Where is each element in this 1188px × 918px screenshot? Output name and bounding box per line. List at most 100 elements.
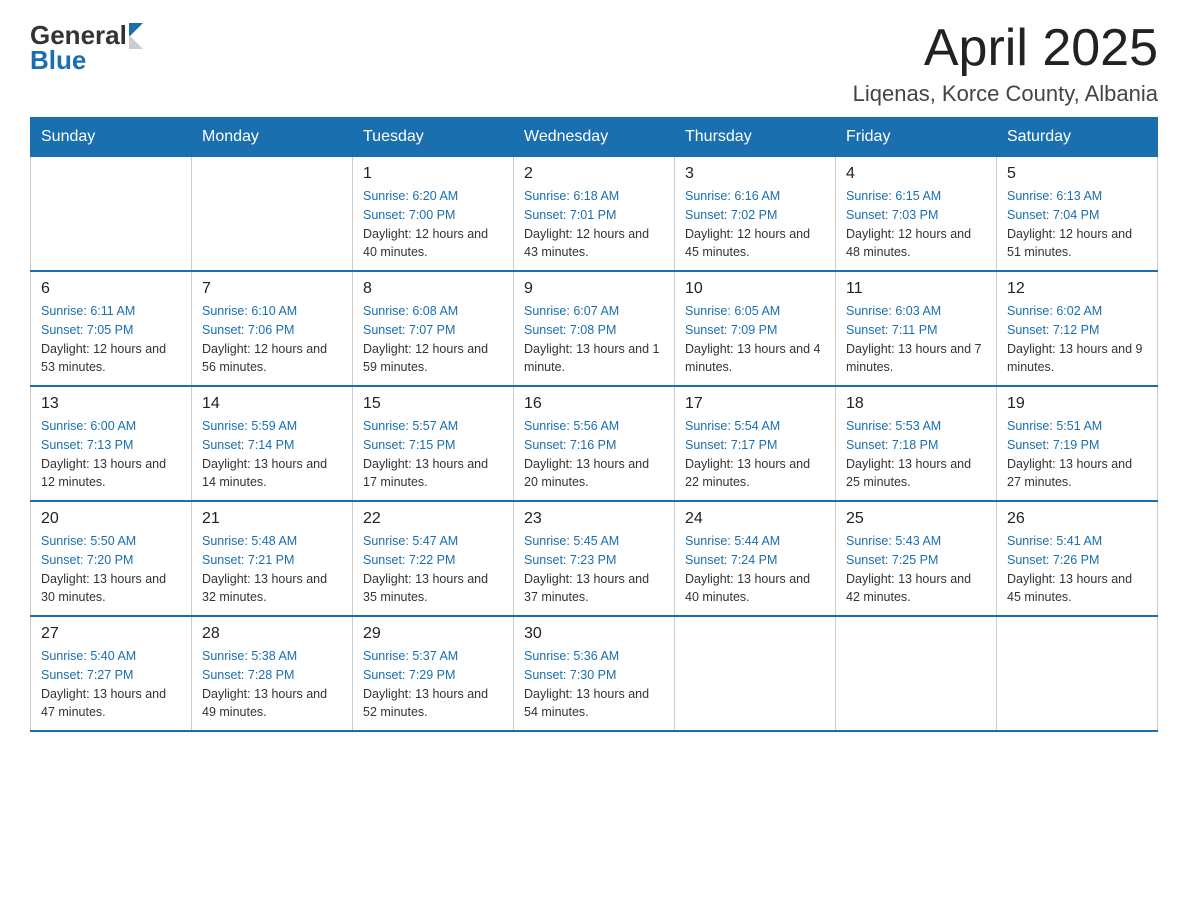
- daylight-text: Daylight: 13 hours and 37 minutes.: [524, 572, 649, 605]
- calendar-day-cell: 23 Sunrise: 5:45 AM Sunset: 7:23 PM Dayl…: [514, 501, 675, 616]
- daylight-text: Daylight: 12 hours and 40 minutes.: [363, 227, 488, 260]
- sunrise-text: Sunrise: 6:07 AM: [524, 304, 619, 318]
- sunset-text: Sunset: 7:07 PM: [363, 323, 455, 337]
- calendar-day-cell: 27 Sunrise: 5:40 AM Sunset: 7:27 PM Dayl…: [31, 616, 192, 731]
- sunset-text: Sunset: 7:02 PM: [685, 208, 777, 222]
- sunrise-text: Sunrise: 5:50 AM: [41, 534, 136, 548]
- month-title: April 2025: [853, 20, 1158, 77]
- sunrise-text: Sunrise: 6:18 AM: [524, 189, 619, 203]
- sunrise-text: Sunrise: 5:45 AM: [524, 534, 619, 548]
- day-number: 5: [1007, 165, 1147, 183]
- sunrise-text: Sunrise: 6:16 AM: [685, 189, 780, 203]
- day-info: Sunrise: 6:05 AM Sunset: 7:09 PM Dayligh…: [685, 302, 825, 377]
- sunset-text: Sunset: 7:27 PM: [41, 668, 133, 682]
- sunrise-text: Sunrise: 5:54 AM: [685, 419, 780, 433]
- calendar-day-cell: 22 Sunrise: 5:47 AM Sunset: 7:22 PM Dayl…: [353, 501, 514, 616]
- day-number: 13: [41, 395, 181, 413]
- day-info: Sunrise: 5:56 AM Sunset: 7:16 PM Dayligh…: [524, 417, 664, 492]
- calendar-day-cell: 13 Sunrise: 6:00 AM Sunset: 7:13 PM Dayl…: [31, 386, 192, 501]
- day-info: Sunrise: 5:45 AM Sunset: 7:23 PM Dayligh…: [524, 532, 664, 607]
- day-info: Sunrise: 6:18 AM Sunset: 7:01 PM Dayligh…: [524, 187, 664, 262]
- sunset-text: Sunset: 7:04 PM: [1007, 208, 1099, 222]
- calendar-day-cell: 11 Sunrise: 6:03 AM Sunset: 7:11 PM Dayl…: [836, 271, 997, 386]
- sunset-text: Sunset: 7:25 PM: [846, 553, 938, 567]
- sunrise-text: Sunrise: 6:10 AM: [202, 304, 297, 318]
- calendar-day-cell: 20 Sunrise: 5:50 AM Sunset: 7:20 PM Dayl…: [31, 501, 192, 616]
- daylight-text: Daylight: 13 hours and 49 minutes.: [202, 687, 327, 720]
- calendar-day-cell: 29 Sunrise: 5:37 AM Sunset: 7:29 PM Dayl…: [353, 616, 514, 731]
- daylight-text: Daylight: 13 hours and 47 minutes.: [41, 687, 166, 720]
- daylight-text: Daylight: 13 hours and 30 minutes.: [41, 572, 166, 605]
- sunrise-text: Sunrise: 5:53 AM: [846, 419, 941, 433]
- calendar-day-cell: 21 Sunrise: 5:48 AM Sunset: 7:21 PM Dayl…: [192, 501, 353, 616]
- day-number: 1: [363, 165, 503, 183]
- sunset-text: Sunset: 7:15 PM: [363, 438, 455, 452]
- day-info: Sunrise: 5:57 AM Sunset: 7:15 PM Dayligh…: [363, 417, 503, 492]
- sunset-text: Sunset: 7:00 PM: [363, 208, 455, 222]
- day-number: 23: [524, 510, 664, 528]
- day-info: Sunrise: 6:15 AM Sunset: 7:03 PM Dayligh…: [846, 187, 986, 262]
- sunset-text: Sunset: 7:06 PM: [202, 323, 294, 337]
- day-number: 21: [202, 510, 342, 528]
- calendar-day-cell: 16 Sunrise: 5:56 AM Sunset: 7:16 PM Dayl…: [514, 386, 675, 501]
- sunset-text: Sunset: 7:14 PM: [202, 438, 294, 452]
- daylight-text: Daylight: 13 hours and 45 minutes.: [1007, 572, 1132, 605]
- day-number: 4: [846, 165, 986, 183]
- day-number: 7: [202, 280, 342, 298]
- day-info: Sunrise: 6:11 AM Sunset: 7:05 PM Dayligh…: [41, 302, 181, 377]
- day-info: Sunrise: 5:50 AM Sunset: 7:20 PM Dayligh…: [41, 532, 181, 607]
- calendar-day-cell: 28 Sunrise: 5:38 AM Sunset: 7:28 PM Dayl…: [192, 616, 353, 731]
- calendar-day-cell: 12 Sunrise: 6:02 AM Sunset: 7:12 PM Dayl…: [997, 271, 1158, 386]
- calendar-day-cell: 4 Sunrise: 6:15 AM Sunset: 7:03 PM Dayli…: [836, 157, 997, 272]
- calendar-day-cell: 10 Sunrise: 6:05 AM Sunset: 7:09 PM Dayl…: [675, 271, 836, 386]
- day-number: 6: [41, 280, 181, 298]
- calendar-day-cell: 14 Sunrise: 5:59 AM Sunset: 7:14 PM Dayl…: [192, 386, 353, 501]
- calendar-day-header: Thursday: [675, 118, 836, 157]
- day-number: 26: [1007, 510, 1147, 528]
- daylight-text: Daylight: 13 hours and 14 minutes.: [202, 457, 327, 490]
- daylight-text: Daylight: 12 hours and 51 minutes.: [1007, 227, 1132, 260]
- logo-blue-text: Blue: [30, 45, 143, 76]
- calendar-day-header: Monday: [192, 118, 353, 157]
- sunrise-text: Sunrise: 6:08 AM: [363, 304, 458, 318]
- calendar-day-cell: 17 Sunrise: 5:54 AM Sunset: 7:17 PM Dayl…: [675, 386, 836, 501]
- sunset-text: Sunset: 7:16 PM: [524, 438, 616, 452]
- sunrise-text: Sunrise: 5:56 AM: [524, 419, 619, 433]
- calendar-week-row: 13 Sunrise: 6:00 AM Sunset: 7:13 PM Dayl…: [31, 386, 1158, 501]
- sunset-text: Sunset: 7:05 PM: [41, 323, 133, 337]
- day-number: 2: [524, 165, 664, 183]
- sunset-text: Sunset: 7:11 PM: [846, 323, 938, 337]
- calendar-day-header: Wednesday: [514, 118, 675, 157]
- calendar-day-cell: [192, 157, 353, 272]
- calendar-day-cell: 19 Sunrise: 5:51 AM Sunset: 7:19 PM Dayl…: [997, 386, 1158, 501]
- day-info: Sunrise: 5:43 AM Sunset: 7:25 PM Dayligh…: [846, 532, 986, 607]
- day-info: Sunrise: 6:13 AM Sunset: 7:04 PM Dayligh…: [1007, 187, 1147, 262]
- day-number: 17: [685, 395, 825, 413]
- calendar-week-row: 1 Sunrise: 6:20 AM Sunset: 7:00 PM Dayli…: [31, 157, 1158, 272]
- day-info: Sunrise: 6:03 AM Sunset: 7:11 PM Dayligh…: [846, 302, 986, 377]
- day-number: 11: [846, 280, 986, 298]
- day-number: 3: [685, 165, 825, 183]
- calendar-day-cell: [675, 616, 836, 731]
- calendar-header-row: SundayMondayTuesdayWednesdayThursdayFrid…: [31, 118, 1158, 157]
- daylight-text: Daylight: 13 hours and 35 minutes.: [363, 572, 488, 605]
- day-info: Sunrise: 5:44 AM Sunset: 7:24 PM Dayligh…: [685, 532, 825, 607]
- calendar-week-row: 6 Sunrise: 6:11 AM Sunset: 7:05 PM Dayli…: [31, 271, 1158, 386]
- sunrise-text: Sunrise: 6:11 AM: [41, 304, 135, 318]
- sunrise-text: Sunrise: 5:40 AM: [41, 649, 136, 663]
- daylight-text: Daylight: 13 hours and 27 minutes.: [1007, 457, 1132, 490]
- sunset-text: Sunset: 7:01 PM: [524, 208, 616, 222]
- daylight-text: Daylight: 12 hours and 56 minutes.: [202, 342, 327, 375]
- sunset-text: Sunset: 7:20 PM: [41, 553, 133, 567]
- calendar-day-cell: 24 Sunrise: 5:44 AM Sunset: 7:24 PM Dayl…: [675, 501, 836, 616]
- calendar-day-cell: 6 Sunrise: 6:11 AM Sunset: 7:05 PM Dayli…: [31, 271, 192, 386]
- calendar-day-cell: 18 Sunrise: 5:53 AM Sunset: 7:18 PM Dayl…: [836, 386, 997, 501]
- day-info: Sunrise: 5:51 AM Sunset: 7:19 PM Dayligh…: [1007, 417, 1147, 492]
- day-info: Sunrise: 5:36 AM Sunset: 7:30 PM Dayligh…: [524, 647, 664, 722]
- daylight-text: Daylight: 13 hours and 52 minutes.: [363, 687, 488, 720]
- sunset-text: Sunset: 7:24 PM: [685, 553, 777, 567]
- day-info: Sunrise: 5:41 AM Sunset: 7:26 PM Dayligh…: [1007, 532, 1147, 607]
- day-info: Sunrise: 6:02 AM Sunset: 7:12 PM Dayligh…: [1007, 302, 1147, 377]
- sunset-text: Sunset: 7:13 PM: [41, 438, 133, 452]
- daylight-text: Daylight: 13 hours and 25 minutes.: [846, 457, 971, 490]
